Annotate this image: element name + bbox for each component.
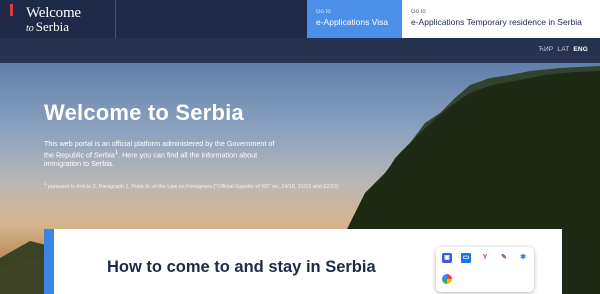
logo-italic-text: to bbox=[26, 23, 34, 34]
extensions-popup: ▣ ▭ Y ✎ ✱ bbox=[436, 247, 534, 292]
tab-visa-label: e-Applications Visa bbox=[316, 17, 389, 27]
bluetooth-icon[interactable]: ✱ bbox=[518, 253, 528, 263]
top-header: Welcome to Serbia Go to e-Applications Vi… bbox=[0, 0, 600, 38]
tab-go-to-label: Go to bbox=[316, 9, 331, 15]
language-switcher: ЋИР LAT ENG bbox=[536, 46, 588, 53]
site-logo[interactable]: Welcome to Serbia bbox=[0, 0, 116, 38]
hero-description: This web portal is an official platform … bbox=[44, 139, 284, 169]
tab-e-applications-visa[interactable]: Go to e-Applications Visa bbox=[307, 0, 402, 38]
card-title: How to come to and stay in Serbia bbox=[107, 258, 376, 276]
footnote-note-marker: 1 bbox=[44, 181, 47, 186]
logo-bottom-text: to Serbia bbox=[26, 20, 115, 35]
lang-cyrillic-link[interactable]: ЋИР bbox=[538, 46, 553, 53]
hero-footnote: 1 pursuant to Article 3, Paragraph 1, Po… bbox=[44, 181, 339, 190]
hero-title: Welcome to Serbia bbox=[44, 100, 244, 125]
lang-english-link[interactable]: ENG bbox=[573, 46, 588, 53]
pen-icon[interactable]: ✎ bbox=[499, 253, 509, 263]
logo-accent-bar bbox=[10, 4, 13, 16]
lang-latin-link[interactable]: LAT bbox=[557, 46, 569, 53]
extension-icon[interactable]: ▣ bbox=[442, 253, 452, 263]
hero-footnote-text: pursuant to Article 3, Paragraph 1, Poin… bbox=[48, 183, 339, 190]
tab-e-applications-temporary-residence[interactable]: Go to e-Applications Temporary residence… bbox=[402, 0, 600, 38]
language-bar: ЋИР LAT ENG bbox=[0, 38, 600, 63]
logo-top-text: Welcome bbox=[26, 5, 81, 21]
logo-country-text: Serbia bbox=[35, 19, 69, 34]
tab-temporary-residence-label: e-Applications Temporary residence in Se… bbox=[411, 17, 582, 27]
y-icon[interactable]: Y bbox=[480, 253, 490, 263]
card-accent-bar bbox=[44, 229, 54, 294]
tab-go-to-label: Go to bbox=[411, 9, 426, 15]
screen-icon[interactable]: ▭ bbox=[461, 253, 471, 263]
google-icon[interactable] bbox=[442, 274, 452, 284]
